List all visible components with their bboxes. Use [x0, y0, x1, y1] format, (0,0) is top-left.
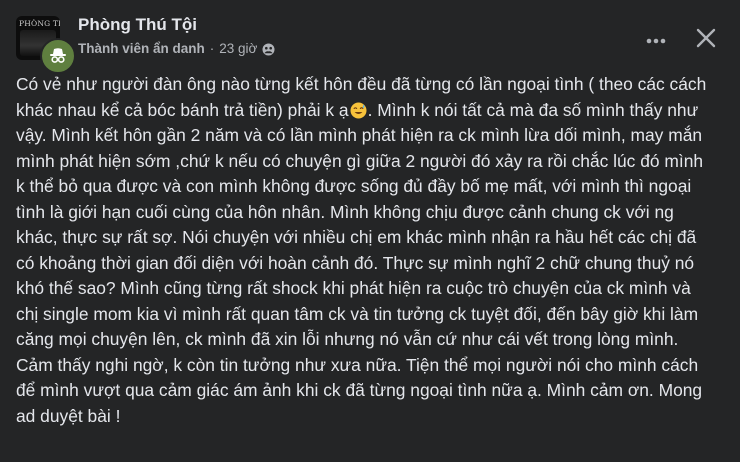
more-options-button[interactable]: [638, 22, 674, 58]
more-horizontal-icon: [646, 31, 666, 49]
post-timestamp[interactable]: 23 giờ: [219, 40, 257, 58]
post-body-text: Có vẻ như người đàn ông nào từng kết hôn…: [16, 72, 716, 429]
post-meta: Thành viên ẩn danh · 23 giờ: [78, 40, 275, 58]
post-header: PHÒNG THÚ T Phòng Thú Tội Thành viên ẩn …: [16, 12, 724, 74]
group-avatar-text: PHÒNG THÚ T: [19, 19, 60, 28]
anonymous-avatar-icon: [40, 38, 76, 74]
post-title-block: Phòng Thú Tội Thành viên ẩn danh · 23 gi…: [78, 14, 275, 58]
close-icon: [696, 28, 716, 53]
author-name: Thành viên ẩn danh: [78, 41, 205, 56]
avatar-stack[interactable]: PHÒNG THÚ T: [16, 16, 76, 74]
meta-separator: ·: [209, 41, 215, 56]
close-button[interactable]: [688, 22, 724, 58]
group-name-link[interactable]: Phòng Thú Tội: [78, 14, 275, 36]
header-actions: [638, 22, 724, 58]
post-card: PHÒNG THÚ T Phòng Thú Tội Thành viên ẩn …: [0, 0, 740, 462]
post-body-part2: . Mình k nói tất cả mà đa số mình thấy n…: [16, 99, 708, 426]
sweat-smile-emoji-icon: [350, 101, 367, 118]
group-audience-icon: [262, 43, 275, 56]
